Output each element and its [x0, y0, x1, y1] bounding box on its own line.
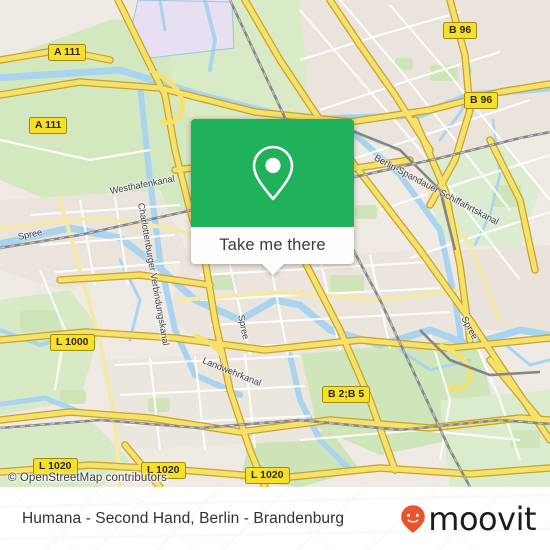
place-title: Humana - Second Hand, Berlin - Brandenbu… — [22, 509, 345, 527]
road-shield: B 96 — [443, 22, 478, 39]
take-me-there-label: Take me there — [219, 236, 326, 254]
callout-action-bar[interactable]: Take me there — [191, 227, 354, 275]
map-canvas[interactable]: A 111 A 111 B 96 B 96 L 1000 B 2;B 5 L 1… — [0, 0, 550, 487]
road-shield: L 1020 — [245, 467, 290, 484]
moovit-wordmark: moovit — [428, 499, 536, 538]
map-attribution[interactable]: © OpenStreetMap contributors — [8, 472, 167, 484]
moovit-pin-icon — [401, 504, 426, 533]
callout-header — [191, 119, 354, 227]
callout-pointer-tail — [260, 263, 285, 275]
road-shield: B 2;B 5 — [322, 386, 371, 403]
road-shield: A 111 — [29, 117, 68, 134]
moovit-logo[interactable]: moovit — [400, 503, 536, 535]
footer-bar: Humana - Second Hand, Berlin - Brandenbu… — [0, 487, 550, 550]
location-pin-icon — [252, 145, 293, 201]
screenshot-root: A 111 A 111 B 96 B 96 L 1000 B 2;B 5 L 1… — [0, 0, 550, 550]
road-shield: L 1000 — [50, 334, 95, 351]
road-shield: B 96 — [464, 92, 499, 109]
take-me-there-callout[interactable]: Take me there — [191, 119, 354, 275]
road-shield: A 111 — [48, 44, 87, 61]
